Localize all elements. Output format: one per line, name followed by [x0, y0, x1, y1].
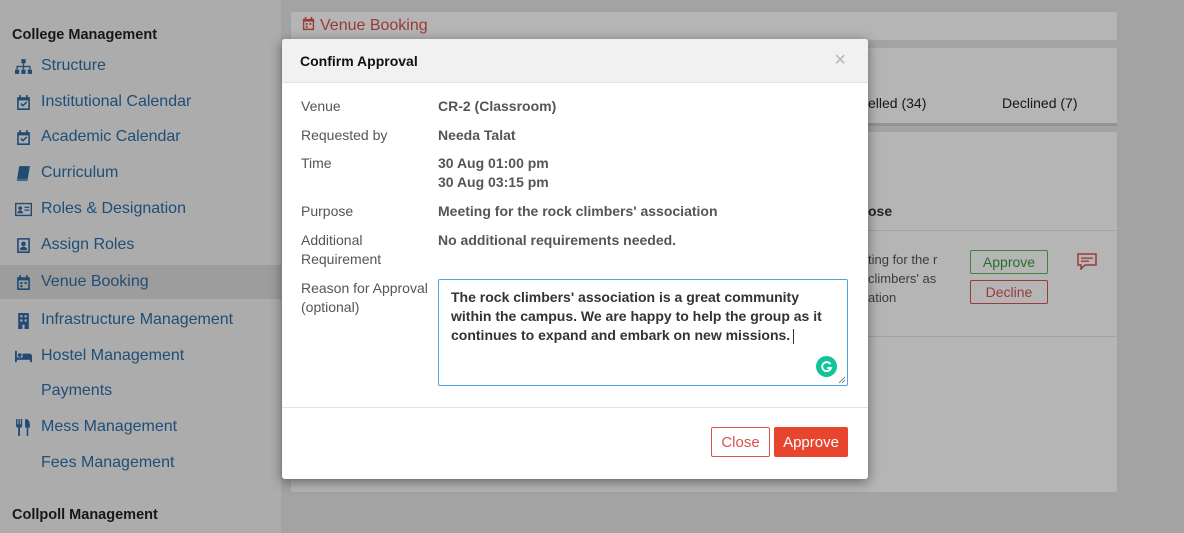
grammarly-icon[interactable] — [816, 356, 837, 377]
text-caret — [793, 328, 795, 344]
modal-footer-divider — [282, 407, 868, 408]
additional-requirement-label-2: Requirement — [301, 251, 382, 267]
modal-title: Confirm Approval — [300, 53, 418, 69]
venue-label: Venue — [301, 98, 341, 114]
purpose-label: Purpose — [301, 203, 354, 219]
time-end-value: 30 Aug 03:15 pm — [438, 174, 549, 190]
additional-requirement-label-1: Additional — [301, 232, 363, 248]
time-start-value: 30 Aug 01:00 pm — [438, 155, 549, 171]
confirm-approval-modal: Confirm Approval × Venue CR-2 (Classroom… — [282, 39, 868, 479]
requested-by-label: Requested by — [301, 127, 388, 143]
resize-handle-icon[interactable] — [838, 376, 846, 384]
close-button[interactable]: Close — [711, 427, 770, 457]
venue-value: CR-2 (Classroom) — [438, 98, 557, 114]
additional-requirement-value: No additional requirements needed. — [438, 232, 677, 248]
close-icon[interactable]: × — [834, 49, 846, 72]
reason-text: The rock climbers' association is a grea… — [451, 289, 822, 343]
purpose-value: Meeting for the rock climbers' associati… — [438, 203, 718, 219]
modal-header: Confirm Approval × — [282, 39, 868, 83]
reason-label-1: Reason for Approval — [301, 280, 428, 296]
time-label: Time — [301, 155, 332, 171]
approve-button[interactable]: Approve — [774, 427, 848, 457]
requested-by-value: Needa Talat — [438, 127, 516, 143]
reason-label-2: (optional) — [301, 299, 360, 315]
reason-textarea[interactable]: The rock climbers' association is a grea… — [438, 279, 848, 386]
